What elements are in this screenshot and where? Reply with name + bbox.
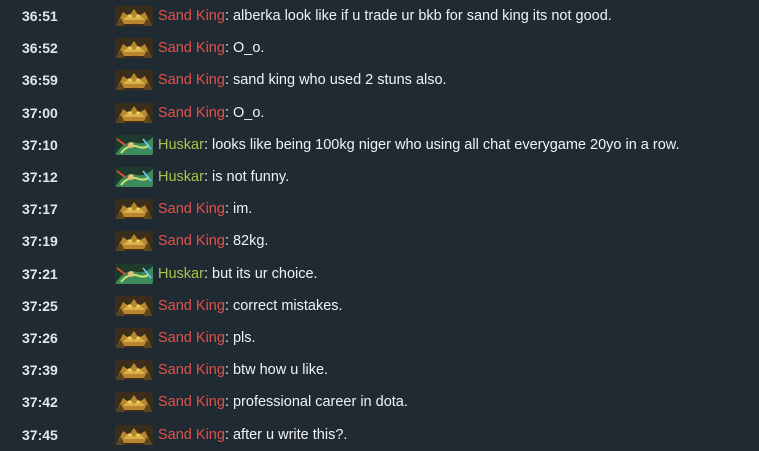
message-timestamp: 36:59 — [22, 72, 58, 89]
hero-name: Sand King — [158, 394, 225, 411]
message-timestamp: 36:51 — [22, 8, 58, 25]
message-separator: : — [224, 297, 233, 314]
hero-name: Huskar — [158, 265, 204, 282]
chat-message: 36:52 Sand King: O_o. — [0, 32, 759, 64]
message-timestamp: 37:26 — [22, 329, 58, 346]
huskar-icon — [115, 263, 153, 284]
chat-message: 37:12 Huskar: is not funny. — [0, 161, 759, 193]
hero-name: Sand King — [158, 297, 225, 314]
message-body: Huskar: looks like being 100kg niger who… — [158, 137, 680, 153]
chat-message: 37:39 Sand King: btw how u like. — [0, 354, 759, 386]
sand-king-icon — [115, 6, 153, 27]
message-separator: : — [203, 265, 212, 282]
chat-message: 37:10 Huskar: looks like being 100kg nig… — [0, 129, 759, 161]
message-separator: : — [224, 201, 233, 218]
message-timestamp: 37:10 — [22, 136, 58, 153]
message-text: pls. — [232, 329, 256, 346]
message-text: sand king who used 2 stuns also. — [232, 72, 447, 89]
message-body: Sand King: professional career in dota. — [158, 394, 408, 410]
message-body: Sand King: 82kg. — [158, 233, 268, 249]
message-body: Sand King: correct mistakes. — [158, 298, 343, 314]
message-separator: : — [203, 169, 212, 186]
message-body: Sand King: O_o. — [158, 105, 264, 121]
message-text: correct mistakes. — [232, 297, 343, 314]
message-text: after u write this?. — [232, 426, 348, 443]
sand-king-icon — [115, 199, 153, 220]
sand-king-icon — [115, 102, 153, 123]
message-timestamp: 37:21 — [22, 265, 58, 282]
message-separator: : — [203, 136, 212, 153]
message-timestamp: 37:42 — [22, 394, 58, 411]
message-body: Sand King: pls. — [158, 330, 256, 346]
message-separator: : — [224, 394, 233, 411]
hero-name: Sand King — [158, 104, 225, 121]
message-timestamp: 37:19 — [22, 233, 58, 250]
message-body: Huskar: is not funny. — [158, 169, 289, 185]
message-text: looks like being 100kg niger who using a… — [212, 136, 680, 153]
chat-message: 37:26 Sand King: pls. — [0, 322, 759, 354]
sand-king-icon — [115, 327, 153, 348]
message-separator: : — [224, 72, 233, 89]
sand-king-icon — [115, 392, 153, 413]
huskar-icon — [115, 167, 153, 188]
chat-message: 37:25 Sand King: correct mistakes. — [0, 290, 759, 322]
message-text: O_o. — [232, 104, 265, 121]
chat-message: 36:51 Sand King: alberka look like if u … — [0, 0, 759, 32]
chat-message: 37:45 Sand King: after u write this?. — [0, 418, 759, 450]
message-timestamp: 37:45 — [22, 426, 58, 443]
huskar-icon — [115, 134, 153, 155]
chat-message: 37:17 Sand King: im. — [0, 193, 759, 225]
message-text: is not funny. — [212, 169, 290, 186]
hero-name: Sand King — [158, 72, 225, 89]
hero-name: Huskar — [158, 136, 204, 153]
hero-name: Sand King — [158, 8, 225, 25]
message-body: Sand King: sand king who used 2 stuns al… — [158, 72, 447, 88]
sand-king-icon — [115, 295, 153, 316]
message-timestamp: 37:39 — [22, 362, 58, 379]
message-timestamp: 37:17 — [22, 201, 58, 218]
chat-message: 37:19 Sand King: 82kg. — [0, 225, 759, 257]
message-separator: : — [224, 104, 233, 121]
message-separator: : — [224, 40, 233, 57]
message-body: Huskar: but its ur choice. — [158, 266, 318, 282]
message-separator: : — [224, 329, 233, 346]
chat-message: 36:59 Sand King: sand king who used 2 st… — [0, 64, 759, 96]
message-body: Sand King: alberka look like if u trade … — [158, 8, 612, 24]
sand-king-icon — [115, 360, 153, 381]
message-separator: : — [224, 362, 233, 379]
sand-king-icon — [115, 70, 153, 91]
message-text: alberka look like if u trade ur bkb for … — [232, 8, 612, 25]
sand-king-icon — [115, 231, 153, 252]
hero-name: Huskar — [158, 169, 204, 186]
hero-name: Sand King — [158, 233, 225, 250]
message-body: Sand King: O_o. — [158, 40, 264, 56]
message-separator: : — [224, 426, 233, 443]
message-timestamp: 37:12 — [22, 169, 58, 186]
message-text: 82kg. — [232, 233, 269, 250]
message-separator: : — [224, 8, 233, 25]
hero-name: Sand King — [158, 362, 225, 379]
message-separator: : — [224, 233, 233, 250]
message-body: Sand King: after u write this?. — [158, 427, 347, 443]
sand-king-icon — [115, 424, 153, 445]
message-text: O_o. — [232, 40, 265, 57]
chat-log: 36:51 Sand King: alberka look like if u … — [0, 0, 759, 447]
sand-king-icon — [115, 38, 153, 59]
message-timestamp: 37:25 — [22, 297, 58, 314]
message-text: im. — [232, 201, 253, 218]
chat-message: 37:42 Sand King: professional career in … — [0, 386, 759, 418]
message-text: professional career in dota. — [232, 394, 408, 411]
message-timestamp: 36:52 — [22, 40, 58, 57]
message-text: but its ur choice. — [212, 265, 318, 282]
chat-message: 37:00 Sand King: O_o. — [0, 97, 759, 129]
hero-name: Sand King — [158, 329, 225, 346]
hero-name: Sand King — [158, 40, 225, 57]
message-text: btw how u like. — [232, 362, 329, 379]
message-body: Sand King: btw how u like. — [158, 362, 328, 378]
message-body: Sand King: im. — [158, 201, 252, 217]
hero-name: Sand King — [158, 426, 225, 443]
message-timestamp: 37:00 — [22, 104, 58, 121]
hero-name: Sand King — [158, 201, 225, 218]
chat-message: 37:21 Huskar: but its ur choice. — [0, 258, 759, 290]
